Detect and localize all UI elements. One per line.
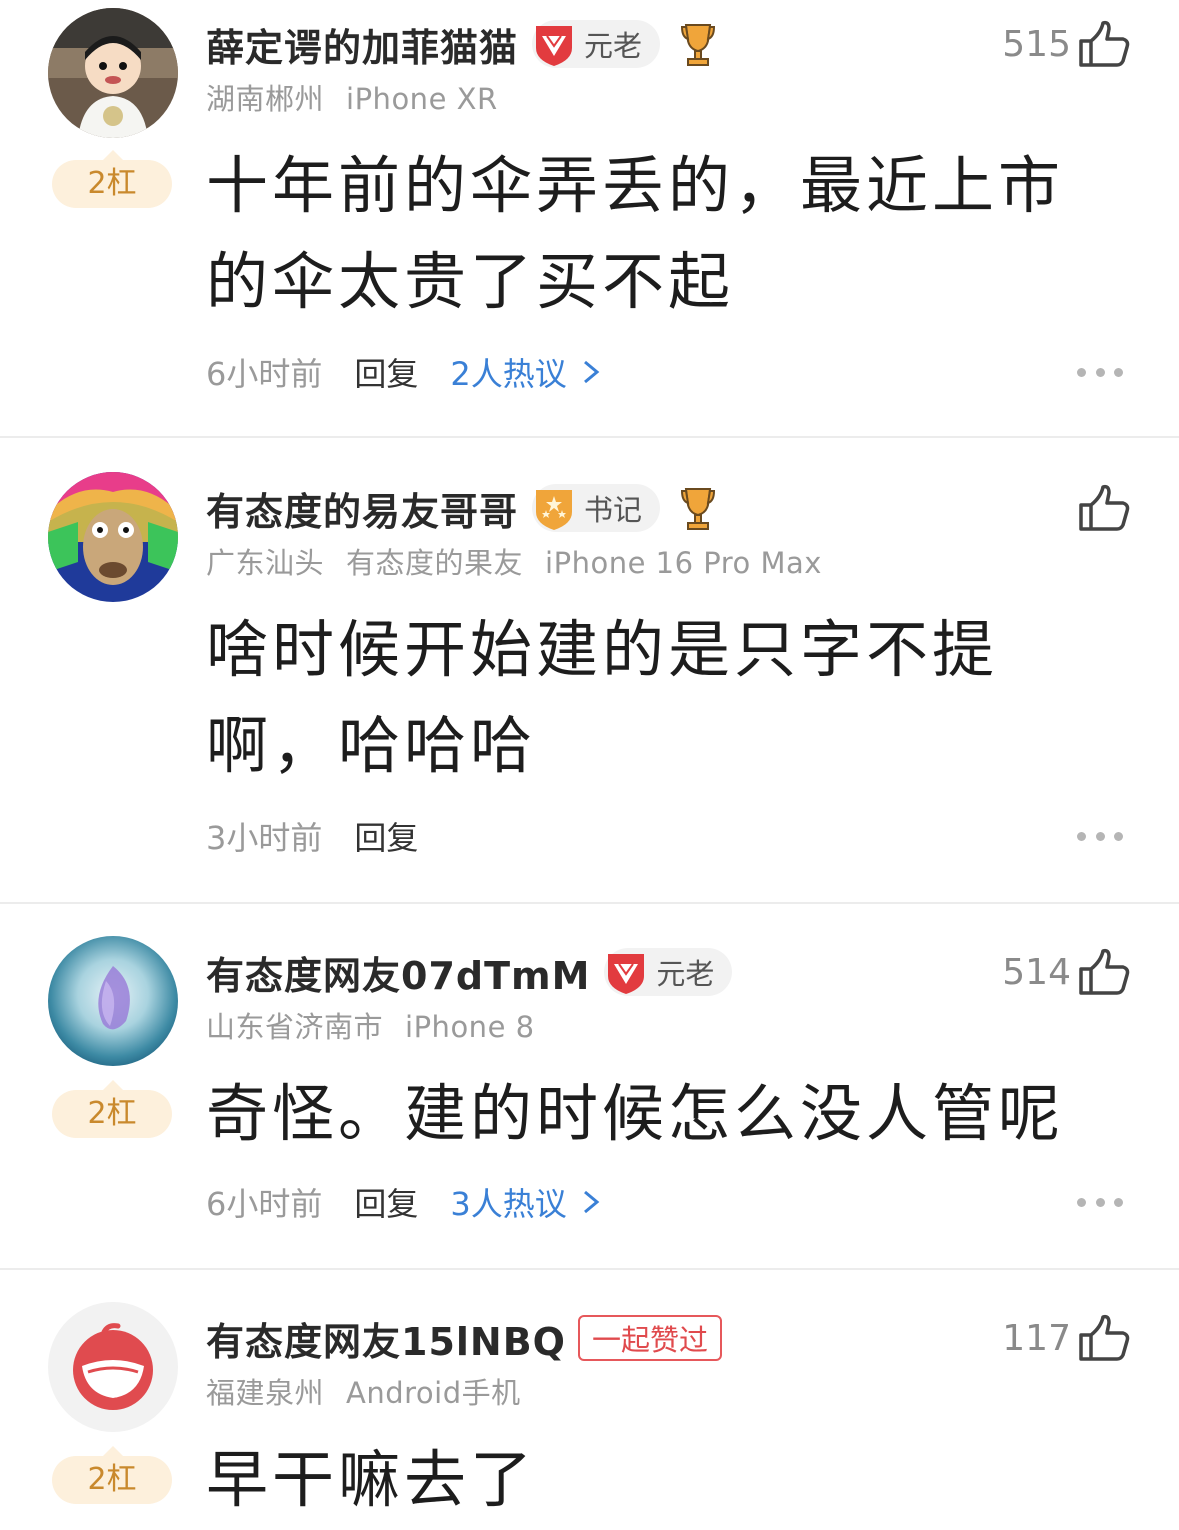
chevron-right-icon (583, 1190, 600, 1214)
star-shield-icon (536, 490, 573, 530)
user-meta: 湖南郴州 iPhone XR (206, 76, 498, 118)
thumbs-up-icon (1079, 948, 1130, 995)
chevron-right-icon (583, 360, 600, 384)
user-header: 有态度的易友哥哥 书记 (206, 480, 718, 536)
floor-badge: 2杠 (52, 1446, 172, 1504)
user-meta: 福建泉州 Android手机 (206, 1370, 521, 1412)
hot-discussion-label: 2人热议 (450, 355, 567, 393)
reply-button[interactable]: 回复 (354, 813, 418, 859)
comment-item: 有态度的易友哥哥 书记 广东汕头 有态度的果友 iPhone 16 Pro Max … (0, 438, 1179, 902)
like-button[interactable]: 117 (1002, 1310, 1131, 1366)
avatar-image (48, 8, 178, 138)
like-button[interactable]: 514 (1002, 944, 1131, 1000)
user-meta: 广东汕头 有态度的果友 iPhone 16 Pro Max (206, 540, 822, 582)
user-device: Android手机 (346, 1376, 521, 1410)
floor-badge: 2杠 (52, 150, 172, 208)
comment-text: 啥时候开始建的是只字不提啊，哈哈哈 (206, 613, 999, 782)
avatar[interactable] (48, 8, 178, 138)
user-badge[interactable]: 元老 (604, 948, 733, 996)
comment-item: 有态度网友07dTmM 元老 514 山东省济南市 iPhone 8 2杠 奇怪。… (0, 904, 1179, 1268)
ruby-shield-icon (608, 954, 645, 994)
more-dots-icon[interactable] (1077, 1196, 1123, 1208)
user-device: iPhone 16 Pro Max (545, 546, 822, 580)
username[interactable]: 薛定谔的加菲猫猫 (206, 17, 518, 72)
user-device: iPhone 8 (405, 1010, 535, 1044)
comment-text: 早干嘛去了 (206, 1443, 537, 1516)
hot-discussion-link[interactable]: 2人热议 (450, 349, 600, 395)
badge-label: 元老 (656, 957, 715, 991)
comment-actions: 3小时前 回复 (206, 812, 418, 860)
like-count: 515 (1002, 23, 1071, 65)
reply-button[interactable]: 回复 (354, 1179, 418, 1225)
ruby-shield-icon (536, 26, 573, 66)
trophy-icon[interactable] (678, 21, 718, 67)
username[interactable]: 有态度网友15lNBQ (206, 1311, 566, 1366)
comment-item: 薛定谔的加菲猫猫 元老 515 湖南郴州 iPhone XR 2杠 十年前的伞弄丢… (0, 0, 1179, 436)
avatar-image (48, 472, 178, 602)
avatar-image (48, 1302, 178, 1432)
user-header: 薛定谔的加菲猫猫 元老 (206, 16, 718, 72)
user-location: 湖南郴州 (206, 82, 325, 116)
avatar[interactable] (48, 1302, 178, 1432)
badge-label: 书记 (584, 493, 643, 527)
badge-label: 元老 (584, 29, 643, 63)
comment-actions: 6小时前 回复 2人热议 (206, 348, 601, 396)
comment-time: 3小时前 (206, 819, 323, 857)
user-header: 有态度网友07dTmM 元老 (206, 944, 733, 1000)
more-dots-icon[interactable] (1077, 366, 1123, 378)
comment-text: 十年前的伞弄丢的，最近上市的伞太贵了买不起 (206, 149, 1065, 318)
liked-together-badge: 一起赞过 (577, 1315, 722, 1361)
user-badge[interactable]: 元老 (532, 20, 661, 68)
avatar[interactable] (48, 936, 178, 1066)
user-badge[interactable]: 书记 (532, 484, 661, 532)
reply-button[interactable]: 回复 (354, 349, 418, 395)
avatar-image (48, 936, 178, 1066)
like-button[interactable] (1077, 480, 1131, 536)
user-tag: 有态度的果友 (346, 546, 524, 580)
user-location: 福建泉州 (206, 1376, 325, 1410)
thumbs-up-icon (1079, 20, 1130, 67)
thumbs-up-icon (1079, 1314, 1130, 1361)
user-location: 山东省济南市 (206, 1010, 384, 1044)
user-device: iPhone XR (346, 82, 498, 116)
comment-actions: 6小时前 回复 3人热议 (206, 1178, 601, 1226)
more-dots-icon[interactable] (1077, 830, 1123, 842)
hot-discussion-link[interactable]: 3人热议 (450, 1179, 600, 1225)
floor-badge: 2杠 (52, 1080, 172, 1138)
comment-time: 6小时前 (206, 355, 323, 393)
username[interactable]: 有态度的易友哥哥 (206, 481, 518, 536)
trophy-icon[interactable] (678, 485, 718, 531)
like-button[interactable]: 515 (1002, 16, 1131, 72)
username[interactable]: 有态度网友07dTmM (206, 945, 590, 1000)
like-count: 514 (1002, 951, 1071, 993)
comment-item: 有态度网友15lNBQ 一起赞过 117 福建泉州 Android手机 2杠 早干… (0, 1270, 1179, 1530)
comment-text: 奇怪。建的时候怎么没人管呢 (206, 1077, 1065, 1150)
thumbs-up-icon (1079, 484, 1130, 531)
avatar[interactable] (48, 472, 178, 602)
user-header: 有态度网友15lNBQ 一起赞过 (206, 1310, 722, 1366)
comment-time: 6小时前 (206, 1185, 323, 1223)
hot-discussion-label: 3人热议 (450, 1185, 567, 1223)
user-location: 广东汕头 (206, 546, 325, 580)
user-meta: 山东省济南市 iPhone 8 (206, 1004, 535, 1046)
like-count: 117 (1002, 1317, 1071, 1359)
